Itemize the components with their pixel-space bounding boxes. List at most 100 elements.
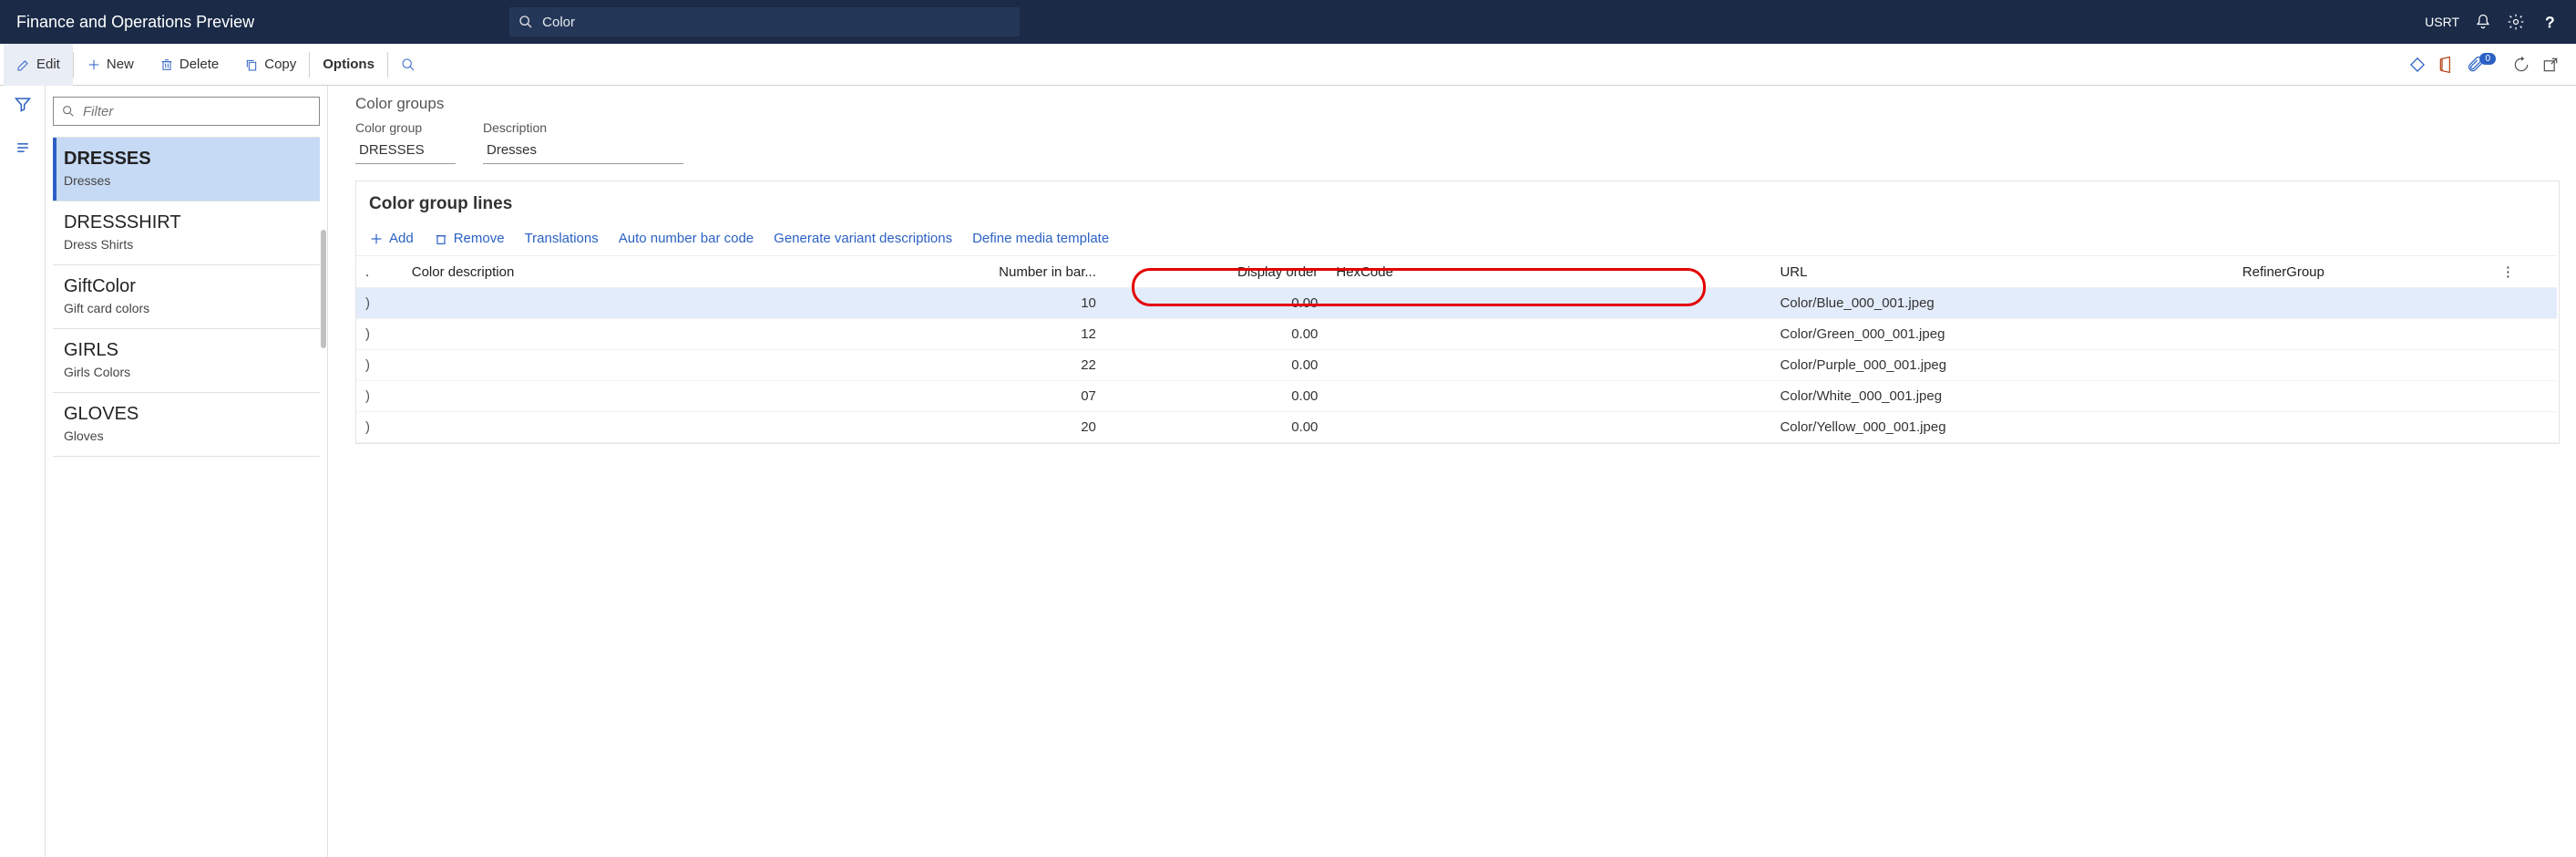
cell-order: 0.00 [1105,412,1328,443]
lines-panel: Color group lines Add Remove Translation… [355,181,2560,444]
col-more[interactable]: ⋮ [2492,256,2557,288]
nav-item-desc: Dresses [64,173,311,188]
nav-item-desc: Dress Shirts [64,237,311,252]
search-icon [518,15,533,29]
help-icon[interactable]: ? [2540,13,2558,31]
grid-row[interactable]: ) 20 0.00 Color/Yellow_000_001.jpeg [356,412,2557,443]
grid-row[interactable]: ) 22 0.00 Color/Purple_000_001.jpeg [356,350,2557,381]
section-title: Color group lines [356,181,2557,229]
page-title: Color groups [355,95,2560,113]
gear-icon[interactable] [2507,13,2525,31]
nav-column: DRESSES Dresses DRESSSHIRT Dress Shirts … [46,86,328,857]
nav-item-girls[interactable]: GIRLS Girls Colors [53,329,320,393]
col-url[interactable]: URL [1770,256,2232,288]
col-hexcode[interactable]: HexCode [1327,256,1770,288]
nav-item-gloves[interactable]: GLOVES Gloves [53,393,320,457]
search-text: Color [542,15,575,30]
diamond-icon[interactable] [2408,56,2427,74]
copy-label: Copy [264,57,296,72]
nav-item-title: GIRLS [64,340,311,361]
delete-button[interactable]: Delete [147,44,231,86]
search-button[interactable] [388,44,428,86]
nav-item-title: DRESSSHIRT [64,212,311,233]
auto-number-link[interactable]: Auto number bar code [619,231,754,246]
generate-variant-link[interactable]: Generate variant descriptions [774,231,952,246]
left-strip [0,86,46,857]
grid-row[interactable]: ) 07 0.00 Color/White_000_001.jpeg [356,381,2557,412]
remove-line-button[interactable]: Remove [434,231,505,246]
cell-url: Color/Purple_000_001.jpeg [1770,350,2232,381]
nav-item-desc: Gift card colors [64,301,311,315]
main-content: Color groups Color group DRESSES Descrip… [328,86,2576,857]
remove-label: Remove [454,231,505,246]
copy-icon [244,57,259,72]
field-description: Description Dresses [483,120,683,164]
delete-label: Delete [180,57,219,72]
trash-icon [159,57,174,72]
refresh-icon[interactable] [2512,56,2530,74]
header-fields: Color group DRESSES Description Dresses [355,120,2560,164]
col-refiner-group[interactable]: RefinerGroup [2233,256,2492,288]
options-button[interactable]: Options [310,44,387,86]
nav-item-desc: Girls Colors [64,365,311,379]
edit-label: Edit [36,57,60,72]
add-label: Add [389,231,414,246]
add-line-button[interactable]: Add [369,231,414,246]
layout: DRESSES Dresses DRESSSHIRT Dress Shirts … [0,86,2576,857]
nav-list: DRESSES Dresses DRESSSHIRT Dress Shirts … [53,137,320,457]
nav-item-dressshirt[interactable]: DRESSSHIRT Dress Shirts [53,201,320,265]
nav-item-giftcolor[interactable]: GiftColor Gift card colors [53,265,320,329]
svg-text:?: ? [2546,14,2554,31]
grid-header-row: . Color description Number in bar... Dis… [356,256,2557,288]
cell-url: Color/Green_000_001.jpeg [1770,319,2232,350]
filter-input[interactable] [83,104,312,119]
nav-item-desc: Gloves [64,428,311,443]
plus-icon [87,57,101,72]
new-label: New [107,57,134,72]
grid-row[interactable]: ) 10 0.00 Color/Blue_000_001.jpeg [356,288,2557,319]
translations-link[interactable]: Translations [525,231,599,246]
nav-scrollbar[interactable] [321,230,326,348]
cell-numbar: 12 [847,319,1105,350]
cell-numbar: 07 [847,381,1105,412]
field-value[interactable]: Dresses [483,139,683,164]
cell-url: Color/Blue_000_001.jpeg [1770,288,2232,319]
bell-icon[interactable] [2474,13,2492,31]
field-value[interactable]: DRESSES [355,139,456,164]
cell-numbar: 22 [847,350,1105,381]
popout-icon[interactable] [2541,56,2560,74]
filter-input-wrap[interactable] [53,97,320,126]
cell-url: Color/White_000_001.jpeg [1770,381,2232,412]
copy-button[interactable]: Copy [231,44,309,86]
user-code[interactable]: USRT [2425,15,2459,29]
cell-url: Color/Yellow_000_001.jpeg [1770,412,2232,443]
cell-order: 0.00 [1105,288,1328,319]
new-button[interactable]: New [74,44,147,86]
field-label: Color group [355,120,456,135]
action-bar: Edit New Delete Copy Options 0 [0,44,2576,86]
trash-icon [434,232,448,246]
lines-grid: . Color description Number in bar... Dis… [356,255,2557,443]
pencil-icon [16,57,31,72]
topbar-right: USRT ? [2425,13,2558,31]
attach-badge: 0 [2479,53,2496,65]
funnel-icon[interactable] [14,95,32,113]
col-color-description[interactable]: Color description [403,256,847,288]
line-actions: Add Remove Translations Auto number bar … [356,229,2557,255]
col-display-order[interactable]: Display order [1105,256,1328,288]
field-color-group: Color group DRESSES [355,120,456,164]
app-title: Finance and Operations Preview [16,13,254,32]
edit-button[interactable]: Edit [4,44,73,86]
search-icon [401,57,416,72]
top-bar: Finance and Operations Preview Color USR… [0,0,2576,44]
global-search[interactable]: Color [509,7,1020,36]
nav-item-dresses[interactable]: DRESSES Dresses [53,138,320,201]
media-template-link[interactable]: Define media template [972,231,1109,246]
nav-item-title: GiftColor [64,276,311,297]
col-number-in-bar[interactable]: Number in bar... [847,256,1105,288]
grid-row[interactable]: ) 12 0.00 Color/Green_000_001.jpeg [356,319,2557,350]
cell-order: 0.00 [1105,381,1328,412]
plus-icon [369,232,384,246]
list-icon[interactable] [14,139,32,157]
office-icon[interactable] [2437,56,2456,74]
